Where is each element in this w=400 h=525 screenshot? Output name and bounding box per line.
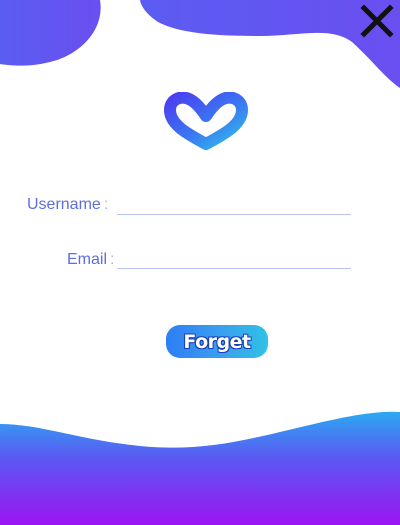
email-label-text: Email [67,251,108,268]
forget-password-screen: Username: Email: Forget [0,0,400,525]
email-colon: : [110,251,115,268]
email-label: Email: [67,251,114,269]
username-label: Username: [27,196,108,214]
username-label-text: Username [27,196,101,213]
bottom-wave [0,411,400,525]
email-input[interactable] [117,246,351,269]
heart-logo-icon [164,92,248,150]
top-left-blob [0,0,101,66]
close-icon[interactable] [360,4,394,38]
forget-button[interactable]: Forget [166,325,268,358]
username-input[interactable] [117,192,351,215]
username-colon: : [103,196,109,213]
